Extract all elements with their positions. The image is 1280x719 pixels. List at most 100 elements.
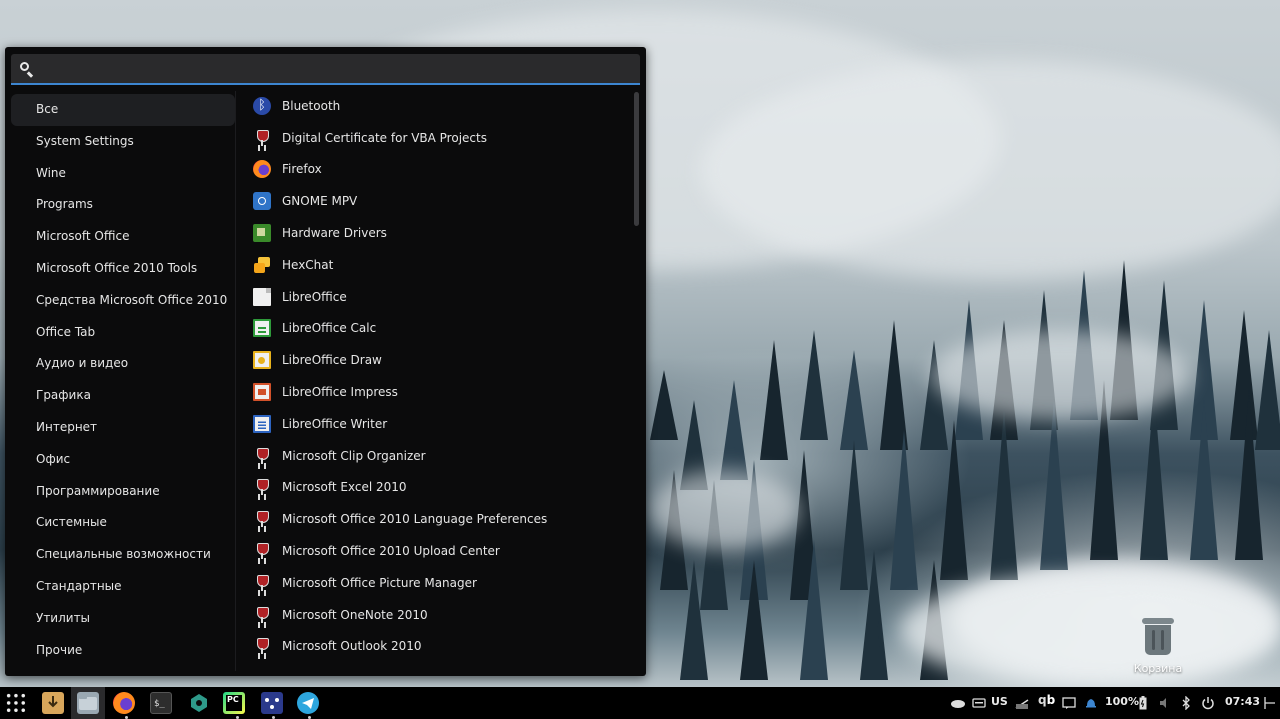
app-label: LibreOffice Calc (282, 321, 377, 336)
downloader-icon[interactable] (42, 692, 64, 714)
libreoffice-writer-icon (253, 414, 271, 433)
app-label: Microsoft Excel 2010 (282, 480, 407, 495)
app-item-libreoffice-writer[interactable]: LibreOffice Writer (251, 408, 631, 440)
category-other[interactable]: Прочие (11, 635, 235, 667)
show-desktop-icon[interactable] (1263, 696, 1277, 710)
app-label: Microsoft Outlook 2010 (282, 639, 422, 654)
app-label: Hardware Drivers (282, 226, 387, 241)
app-item-excel-2010[interactable]: Microsoft Excel 2010 (251, 472, 631, 504)
telegram-icon[interactable] (297, 692, 319, 714)
app-label: LibreOffice Draw (282, 353, 382, 368)
app-item-outlook-2010[interactable]: Microsoft Outlook 2010 (251, 631, 631, 663)
app-item-upload-center[interactable]: Microsoft Office 2010 Upload Center (251, 535, 631, 567)
trash-desktop-icon[interactable]: Корзина (1130, 618, 1186, 675)
category-utilities[interactable]: Утилиты (11, 603, 235, 635)
libreoffice-impress-icon (253, 383, 271, 402)
category-audio-video[interactable]: Аудио и видео (11, 348, 235, 380)
volume-muted-icon[interactable] (1158, 696, 1172, 710)
trash-icon (1141, 618, 1175, 656)
app-item-hexchat[interactable]: HexChat (251, 249, 631, 281)
app-label: Microsoft Office 2010 Language Preferenc… (282, 512, 548, 527)
bluetooth-icon (253, 96, 271, 115)
category-office-2010-tools-ru[interactable]: Средства Microsoft Office 2010 (11, 285, 235, 317)
app-item-firefox[interactable]: Firefox (251, 154, 631, 186)
gnome-mpv-icon (253, 192, 271, 211)
battery-percentage[interactable]: 100% (1105, 695, 1139, 708)
weather-icon[interactable] (1014, 696, 1029, 710)
qbittorrent-icon[interactable]: qb (1038, 693, 1055, 707)
notification-panel-icon[interactable] (1062, 696, 1076, 710)
wine-icon (253, 478, 271, 496)
app-label: Microsoft Office 2010 Upload Center (282, 544, 500, 559)
battery-charging-icon (1139, 696, 1147, 710)
wine-icon (253, 574, 271, 592)
app-item-bluetooth[interactable]: Bluetooth (251, 90, 631, 122)
firefox-icon[interactable] (113, 692, 135, 714)
category-all[interactable]: Все (11, 94, 235, 126)
app-item-hardware-drivers[interactable]: Hardware Drivers (251, 217, 631, 249)
search-icon (19, 61, 35, 78)
wine-icon (253, 606, 271, 624)
category-accessories[interactable]: Стандартные (11, 571, 235, 603)
firefox-icon (253, 160, 271, 179)
app-label: LibreOffice Writer (282, 416, 388, 431)
taskbar: $_ PC US qb 100% 07:43 (0, 687, 1280, 719)
wine-icon (253, 129, 271, 147)
meld-icon[interactable] (261, 692, 283, 714)
app-item-libreoffice-draw[interactable]: LibreOffice Draw (251, 344, 631, 376)
hexchat-icon (253, 256, 271, 274)
category-programs[interactable]: Programs (11, 189, 235, 221)
app-label: LibreOffice (282, 289, 347, 304)
app-label: Digital Certificate for VBA Projects (282, 130, 487, 145)
app-label: GNOME MPV (282, 194, 358, 209)
trash-label: Корзина (1133, 662, 1183, 675)
category-wine[interactable]: Wine (11, 158, 235, 190)
power-icon[interactable] (1201, 696, 1215, 710)
app-item-digital-certificate[interactable]: Digital Certificate for VBA Projects (251, 122, 631, 154)
application-menu: Все System Settings Wine Programs Micros… (5, 47, 646, 676)
keyboard-layout-indicator[interactable]: US (991, 695, 1008, 708)
app-item-libreoffice-impress[interactable]: LibreOffice Impress (251, 376, 631, 408)
category-microsoft-office[interactable]: Microsoft Office (11, 221, 235, 253)
bluetooth-tray-icon[interactable] (1181, 695, 1195, 711)
app-item-onenote-2010[interactable]: Microsoft OneNote 2010 (251, 599, 631, 631)
category-microsoft-office-2010-tools[interactable]: Microsoft Office 2010 Tools (11, 253, 235, 285)
svg-text:$_: $_ (154, 699, 165, 709)
clock[interactable]: 07:43 (1225, 695, 1260, 708)
search-input[interactable] (43, 58, 628, 80)
menu-divider (235, 91, 236, 671)
cloud-sync-icon[interactable] (950, 696, 965, 710)
hardware-drivers-icon (253, 224, 271, 243)
app-item-gnome-mpv[interactable]: GNOME MPV (251, 185, 631, 217)
app-label: Bluetooth (282, 98, 341, 113)
app-label: HexChat (282, 257, 334, 272)
app-label: LibreOffice Impress (282, 385, 398, 400)
app-label: Microsoft Office Picture Manager (282, 575, 477, 590)
category-graphics[interactable]: Графика (11, 380, 235, 412)
app-label: Microsoft OneNote 2010 (282, 607, 428, 622)
wine-app-icon[interactable] (188, 692, 210, 714)
bell-icon[interactable] (1084, 696, 1098, 710)
category-internet[interactable]: Интернет (11, 412, 235, 444)
libreoffice-calc-icon (253, 319, 271, 338)
wine-icon (253, 510, 271, 528)
file-manager-icon[interactable] (77, 692, 99, 714)
app-launcher-icon[interactable] (5, 692, 27, 714)
pycharm-icon[interactable]: PC (223, 692, 245, 714)
wine-icon (253, 637, 271, 655)
app-item-clip-organizer[interactable]: Microsoft Clip Organizer (251, 440, 631, 472)
category-system[interactable]: Системные (11, 507, 235, 539)
app-list-scrollbar[interactable] (634, 92, 639, 226)
category-programming[interactable]: Программирование (11, 476, 235, 508)
libreoffice-icon (253, 287, 271, 306)
search-bar (11, 54, 640, 85)
category-system-settings[interactable]: System Settings (11, 126, 235, 158)
app-item-libreoffice-calc[interactable]: LibreOffice Calc (251, 313, 631, 345)
terminal-icon[interactable]: $_ (150, 692, 172, 714)
app-item-picture-manager[interactable]: Microsoft Office Picture Manager (251, 567, 631, 599)
app-item-libreoffice[interactable]: LibreOffice (251, 281, 631, 313)
category-office[interactable]: Офис (11, 444, 235, 476)
category-office-tab[interactable]: Office Tab (11, 317, 235, 349)
app-item-language-preferences[interactable]: Microsoft Office 2010 Language Preferenc… (251, 503, 631, 535)
category-accessibility[interactable]: Специальные возможности (11, 539, 235, 571)
